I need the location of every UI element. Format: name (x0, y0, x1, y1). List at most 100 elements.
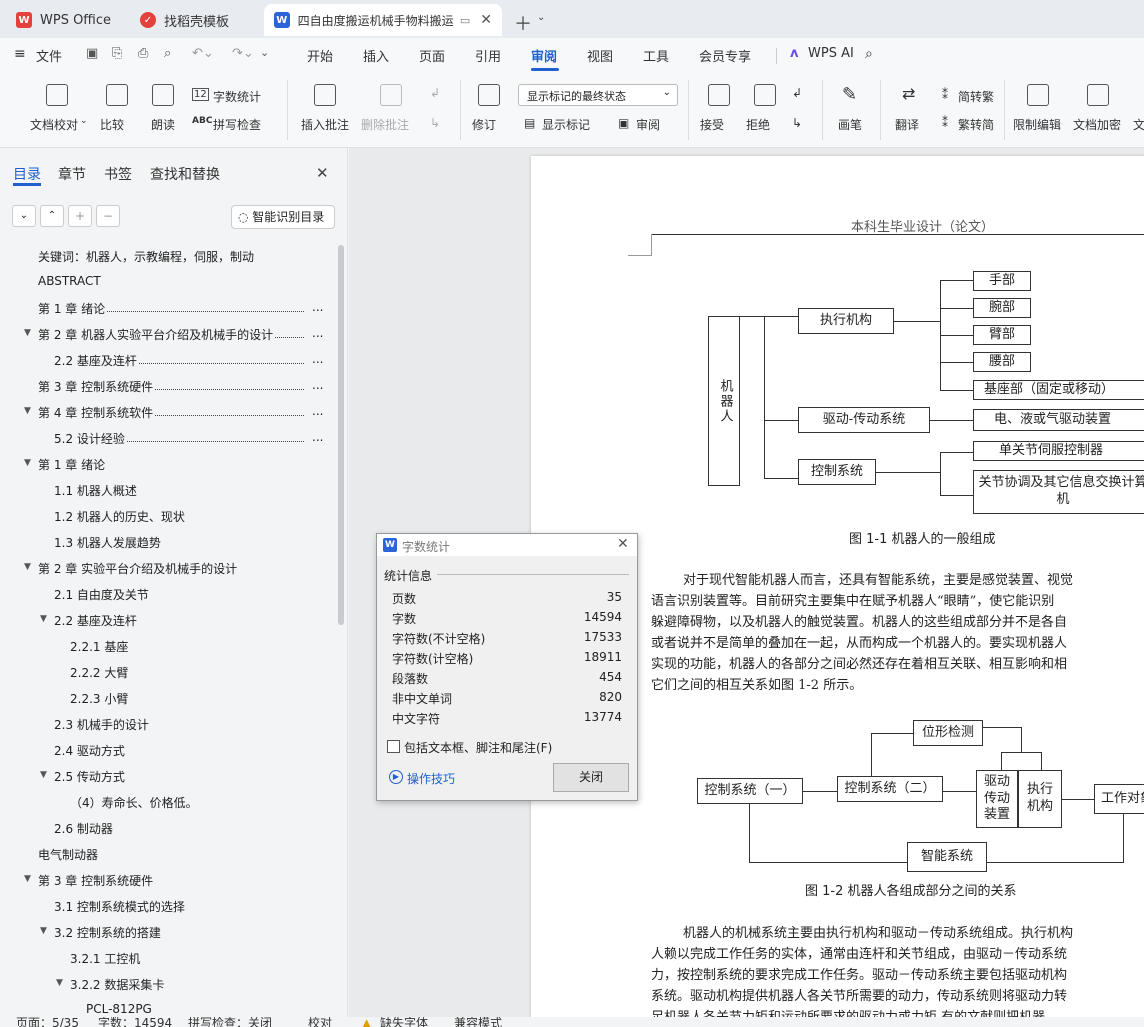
status-words[interactable]: 字数：14594 (98, 1017, 172, 1027)
scrollbar[interactable] (338, 245, 344, 625)
status-proof[interactable]: 校对 (308, 1017, 332, 1027)
collapse-arrow-icon[interactable]: ▼ (24, 562, 31, 572)
read-aloud-icon[interactable] (152, 84, 174, 106)
pen-icon[interactable]: ✎ (842, 84, 857, 105)
close-pane-icon[interactable]: ✕ (316, 164, 329, 182)
tab-wps-office[interactable]: W WPS Office (6, 4, 124, 36)
toc-item[interactable]: 第 1 章 绪论 (38, 456, 105, 473)
translate-icon[interactable]: ⇄ (902, 84, 915, 103)
new-tab-icon[interactable]: ＋ (514, 10, 532, 36)
toc-item[interactable]: 2.5 传动方式 (54, 768, 125, 785)
collapse-arrow-icon[interactable]: ▼ (24, 328, 31, 338)
close-tab-icon[interactable]: ✕ (480, 12, 492, 28)
add-level-icon[interactable]: + (68, 205, 92, 227)
pen-button[interactable]: 画笔 (838, 116, 862, 133)
status-page[interactable]: 页面：5/35 (16, 1017, 79, 1027)
toc-item[interactable]: 3.2.1 工控机 (70, 950, 140, 967)
smart-toc-button[interactable]: ◌ 智能识别目录 (231, 205, 335, 229)
more-chevron-icon[interactable]: ⌄ (260, 46, 269, 59)
toc-item[interactable]: 第 4 章 控制系统软件 (38, 404, 153, 421)
prev-revision-icon[interactable]: ↲ (792, 86, 802, 100)
revise-icon[interactable] (478, 84, 500, 106)
compare-button[interactable]: 比较 (100, 116, 124, 133)
print-icon[interactable]: ⎙ (138, 46, 148, 61)
collapse-arrow-icon[interactable]: ▼ (24, 458, 31, 468)
next-comment-icon[interactable]: ↳ (430, 116, 440, 130)
trad-icon[interactable]: ⁑ (942, 88, 948, 102)
proofread-button[interactable]: 文档校对 (30, 116, 78, 133)
menu-member[interactable]: 会员专享 (699, 46, 751, 65)
hamburger-icon[interactable]: ≡ (14, 46, 26, 62)
translate-button[interactable]: 翻译 (895, 116, 919, 133)
menu-view[interactable]: 视图 (587, 46, 613, 65)
toc-item[interactable]: 第 1 章 绪论 (38, 300, 105, 317)
menu-tools[interactable]: 工具 (643, 46, 669, 65)
toc-item[interactable]: 1.2 机器人的历史、现状 (54, 508, 185, 525)
more-button[interactable]: 文 (1133, 116, 1144, 133)
collapse-arrow-icon[interactable]: ▼ (56, 978, 63, 988)
revise-button[interactable]: 修订 (472, 116, 496, 133)
nav-tab-toc[interactable]: 目录 (13, 164, 41, 184)
spell-check-icon[interactable]: ABC (192, 116, 212, 126)
collapse-arrow-icon[interactable]: ▼ (40, 770, 47, 780)
toc-item[interactable]: 3.1 控制系统模式的选择 (54, 898, 185, 915)
toc-item[interactable]: 第 3 章 控制系统硬件 (38, 872, 153, 889)
collapse-all-icon[interactable]: ⌃ (40, 205, 64, 227)
toc-item[interactable]: 1.3 机器人发展趋势 (54, 534, 161, 551)
save-icon[interactable]: ▣ (86, 46, 98, 61)
collapse-arrow-icon[interactable]: ▼ (40, 614, 47, 624)
toc-item[interactable]: PCL-812PG (86, 1002, 152, 1016)
print-preview-icon[interactable]: ⌕ (164, 46, 171, 61)
remove-level-icon[interactable]: − (96, 205, 120, 227)
reject-button[interactable]: 拒绝 (746, 116, 770, 133)
proofread-icon[interactable] (46, 84, 68, 106)
toc-item[interactable]: 2.2 基座及连杆 (54, 612, 137, 629)
prev-comment-icon[interactable]: ↲ (430, 86, 440, 100)
reject-icon[interactable] (754, 84, 776, 106)
toc-item[interactable]: 关键词：机器人，示教编程，伺服，制动 (38, 248, 254, 265)
toc-item[interactable]: 第 2 章 机器人实验平台介绍及机械手的设计 (38, 326, 273, 343)
restrict-edit-button[interactable]: 限制编辑 (1013, 116, 1061, 133)
toc-item[interactable]: 2.2.1 基座 (70, 638, 128, 655)
compare-icon[interactable] (106, 84, 128, 106)
toc-item[interactable]: 2.2 基座及连杆 (54, 352, 137, 369)
read-aloud-button[interactable]: 朗读 (151, 116, 175, 133)
status-mode[interactable]: 兼容模式 (454, 1017, 502, 1027)
redo-icon[interactable]: ↷⌄ (232, 46, 254, 61)
toc-item[interactable]: 2.4 驱动方式 (54, 742, 125, 759)
nav-tab-find[interactable]: 查找和替换 (150, 164, 220, 184)
toc-item[interactable]: 3.2.2 数据采集卡 (70, 976, 164, 993)
monitor-icon[interactable]: ▭ (460, 14, 470, 27)
delete-comment-icon[interactable] (380, 84, 402, 106)
encrypt-icon[interactable] (1087, 84, 1109, 106)
expand-all-icon[interactable]: ⌄ (12, 205, 36, 227)
toc-item[interactable]: 1.1 机器人概述 (54, 482, 137, 499)
toc-item[interactable]: 5.2 设计经验 (54, 430, 125, 447)
lock-doc-icon[interactable] (1027, 84, 1049, 106)
word-count-icon[interactable]: 12 (192, 88, 209, 101)
accept-icon[interactable] (708, 84, 730, 106)
collapse-arrow-icon[interactable]: ▼ (40, 926, 47, 936)
review-pane-button[interactable]: 审阅 (636, 116, 660, 133)
review-pane-icon[interactable]: ▣ (618, 116, 629, 130)
undo-icon[interactable]: ↶⌄ (192, 46, 214, 61)
toc-item[interactable]: 2.3 机械手的设计 (54, 716, 149, 733)
next-revision-icon[interactable]: ↳ (792, 116, 802, 130)
status-font[interactable]: 缺失字体 (380, 1017, 428, 1027)
toc-item[interactable]: ABSTRACT (38, 274, 101, 288)
toc-item[interactable]: （4）寿命长、价格低。 (70, 794, 198, 811)
spell-check-button[interactable]: 拼写检查 (213, 116, 261, 133)
close-button[interactable]: 关闭 (553, 763, 629, 792)
status-spell[interactable]: 拼写检查：关闭 (188, 1017, 272, 1027)
search-icon[interactable]: ⌕ (865, 46, 873, 62)
insert-comment-icon[interactable] (314, 84, 336, 106)
tab-document[interactable]: W 四自由度搬运机械手物料搬运 ▭ ✕ (264, 4, 502, 36)
accept-button[interactable]: 接受 (700, 116, 724, 133)
toc-item[interactable]: 2.2.3 小臂 (70, 690, 128, 707)
markup-select[interactable]: 显示标记的最终状态 ⌄ (518, 84, 678, 106)
chevron-down-icon[interactable]: ⌄ (537, 12, 545, 23)
toc-item[interactable]: 2.1 自由度及关节 (54, 586, 149, 603)
close-icon[interactable]: ✕ (617, 536, 629, 552)
toc-item[interactable]: 2.2.2 大臂 (70, 664, 128, 681)
toc-item[interactable]: 2.6 制动器 (54, 820, 113, 837)
